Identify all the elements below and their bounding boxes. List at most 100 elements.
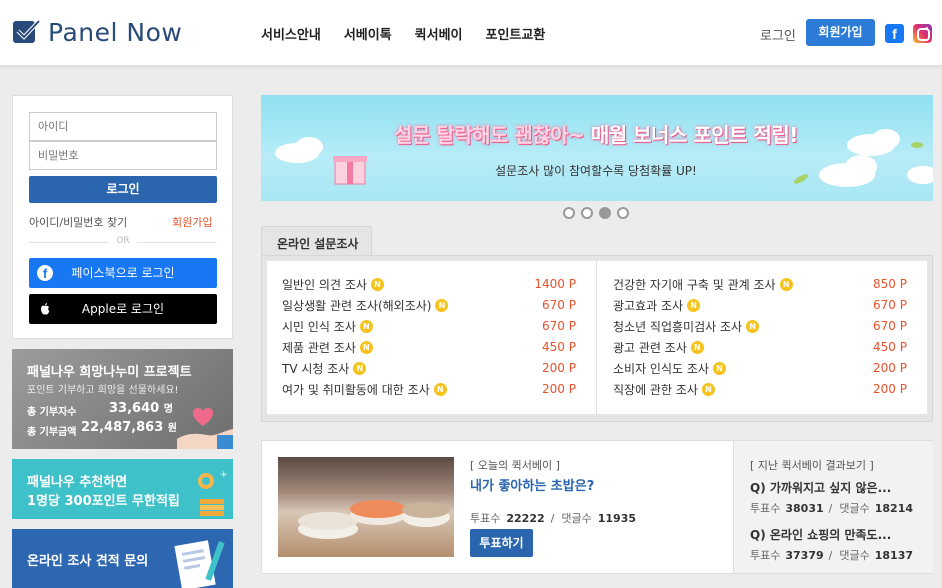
survey-title: 건강한 자기애 구축 및 관계 조사 <box>613 277 776 292</box>
new-badge: N <box>435 298 449 312</box>
survey-item[interactable]: 광고효과 조사 N <box>613 295 701 315</box>
survey-title: 여가 및 취미활동에 대한 조사 <box>282 382 430 397</box>
nav-survey-talk[interactable]: 서베이톡 <box>344 24 392 43</box>
find-account-link[interactable]: 아이디/비밀번호 찾기 <box>29 214 127 230</box>
nav-quick-survey[interactable]: 퀵서베이 <box>415 24 463 43</box>
donor-count-label: 총 기부자수 <box>27 407 77 418</box>
survey-points: 450 P <box>542 340 576 354</box>
password-input[interactable]: 비밀번호 <box>29 141 217 170</box>
survey-item[interactable]: 제품 관련 조사 N <box>282 337 373 357</box>
survey-points: 670 P <box>542 298 576 312</box>
survey-item[interactable]: TV 시청 조사 N <box>282 358 367 378</box>
survey-title: TV 시청 조사 <box>282 361 350 376</box>
document-pen-icon <box>174 540 225 588</box>
past-question[interactable]: Q) 가까워지고 싶지 않은... <box>750 479 891 496</box>
past-stats: 투표수 38031/ 댓글수 18214 <box>750 502 914 515</box>
survey-points: 670 P <box>873 298 907 312</box>
facebook-login-label: 페이스북으로 로그인 <box>71 266 175 280</box>
survey-panel: 일반인 의견 조사 N 1400 P 일상생활 관련 조사(해외조사) N 670 … <box>261 255 933 422</box>
or-divider: OR <box>29 236 217 248</box>
nav-point-exchange[interactable]: 포인트교환 <box>486 24 546 43</box>
banner-dot-2[interactable] <box>581 207 593 219</box>
past-question[interactable]: Q) 온라인 쇼핑의 만족도... <box>750 526 891 543</box>
survey-points: 200 P <box>542 361 576 375</box>
hand-illustration <box>177 429 233 449</box>
survey-points: 850 P <box>873 277 907 291</box>
new-badge: N <box>359 319 373 333</box>
quick-survey-tag: [ 오늘의 퀵서베이 ] <box>470 459 560 472</box>
apple-login-button[interactable]: Apple로 로그인 <box>29 294 217 324</box>
sushi-illustration <box>298 500 450 539</box>
banner-headline: 설문 탈락해도 괜찮아~ 매월 보너스 포인트 적립! <box>394 123 798 147</box>
new-badge: N <box>353 361 367 375</box>
join-link[interactable]: 회원가입 <box>172 214 212 230</box>
new-badge: N <box>701 382 715 396</box>
new-badge: N <box>779 277 793 291</box>
logo[interactable]: Panel Now <box>12 16 182 48</box>
logo-text: Panel Now <box>48 17 183 47</box>
header-join-button[interactable]: 회원가입 <box>806 19 875 46</box>
id-input[interactable]: 아이디 <box>29 112 217 141</box>
hope-title: 패널나우 희망나누미 프로젝트 <box>27 365 192 380</box>
facebook-icon: f <box>37 265 53 281</box>
new-badge: N <box>370 277 384 291</box>
new-badge: N <box>746 319 760 333</box>
column-divider <box>596 261 597 414</box>
header-login-link[interactable]: 로그인 <box>760 25 796 44</box>
sushi-image[interactable] <box>278 457 454 557</box>
survey-item[interactable]: 광고 관련 조사 N <box>613 337 704 357</box>
hope-subtitle: 포인트 기부하고 희망을 선물하세요! <box>27 385 179 396</box>
survey-list: 일반인 의견 조사 N 1400 P 일상생활 관련 조사(해외조사) N 670 … <box>267 261 927 414</box>
survey-points: 200 P <box>542 382 576 396</box>
quick-survey-stats: 투표수 22222/ 댓글수 11935 <box>470 512 637 525</box>
login-button[interactable]: 로그인 <box>29 176 217 203</box>
survey-item[interactable]: 직장에 관한 조사 N <box>613 379 715 399</box>
survey-points: 200 P <box>873 361 907 375</box>
tab-online-survey[interactable]: 온라인 설문조사 <box>261 226 372 256</box>
survey-item[interactable]: 일상생활 관련 조사(해외조사) N <box>282 295 449 315</box>
past-stats: 투표수 37379/ 댓글수 18137 <box>750 549 914 562</box>
banner-pagination <box>563 207 629 219</box>
banner-dot-4[interactable] <box>617 207 629 219</box>
survey-item[interactable]: 청소년 직업흥미검사 조사 N <box>613 316 760 336</box>
survey-title: 시민 인식 조사 <box>282 319 356 334</box>
survey-title: 광고효과 조사 <box>613 298 684 313</box>
nav-service-guide[interactable]: 서비스안내 <box>261 24 321 43</box>
survey-item[interactable]: 여가 및 취미활동에 대한 조사 N <box>282 379 447 399</box>
survey-item[interactable]: 소비자 인식도 조사 N <box>613 358 726 378</box>
past-results-title[interactable]: [ 지난 퀵서베이 결과보기 ] <box>750 457 874 473</box>
survey-points: 670 P <box>873 319 907 333</box>
estimate-label: 온라인 조사 견적 문의 <box>27 554 149 569</box>
promo-banner[interactable]: 설문 탈락해도 괜찮아~ 매월 보너스 포인트 적립! 설문조사 많이 참여할수… <box>261 95 933 201</box>
past-quick-survey-panel: [ 지난 퀵서베이 결과보기 ] Q) 가까워지고 싶지 않은... 투표수 38… <box>733 441 933 573</box>
quick-survey-question[interactable]: 내가 좋아하는 초밥은? <box>470 475 594 494</box>
banner-dot-1[interactable] <box>563 207 575 219</box>
survey-points: 450 P <box>873 340 907 354</box>
banner-subtitle: 설문조사 많이 참여할수록 당첨확률 UP! <box>495 164 697 178</box>
survey-item[interactable]: 일반인 의견 조사 N <box>282 274 384 294</box>
new-badge: N <box>687 298 701 312</box>
banner-dot-3[interactable] <box>599 207 611 219</box>
facebook-icon[interactable]: f <box>885 24 904 43</box>
facebook-login-button[interactable]: f 페이스북으로 로그인 <box>29 258 217 288</box>
banner-clouds <box>275 129 933 187</box>
survey-item[interactable]: 건강한 자기애 구축 및 관계 조사 N <box>613 274 793 294</box>
new-badge: N <box>359 340 373 354</box>
login-box: 아이디 비밀번호 로그인 아이디/비밀번호 찾기 회원가입 OR f 페이스북으… <box>12 95 233 339</box>
donation-amount-value: 22,487,863 원 <box>81 420 177 435</box>
donation-amount-label: 총 기부금액 <box>27 427 77 438</box>
hope-project-banner[interactable]: 패널나우 희망나누미 프로젝트 포인트 기부하고 희망을 선물하세요! 총 기부… <box>12 349 233 449</box>
survey-item[interactable]: 시민 인식 조사 N <box>282 316 373 336</box>
recommend-banner[interactable]: 패널나우 추천하면 1명당 300포인트 무한적립 + <box>12 459 233 519</box>
apple-login-label: Apple로 로그인 <box>81 302 165 316</box>
estimate-banner[interactable]: 온라인 조사 견적 문의 <box>12 529 233 588</box>
survey-title: 직장에 관한 조사 <box>613 382 698 397</box>
vote-button[interactable]: 투표하기 <box>470 529 533 557</box>
survey-title: 청소년 직업흥미검사 조사 <box>613 319 743 334</box>
coins-icon: + <box>198 470 228 516</box>
new-badge: N <box>690 340 704 354</box>
survey-points: 670 P <box>542 319 576 333</box>
svg-text:+: + <box>220 470 228 480</box>
survey-points: 200 P <box>873 382 907 396</box>
instagram-icon[interactable] <box>913 24 932 43</box>
